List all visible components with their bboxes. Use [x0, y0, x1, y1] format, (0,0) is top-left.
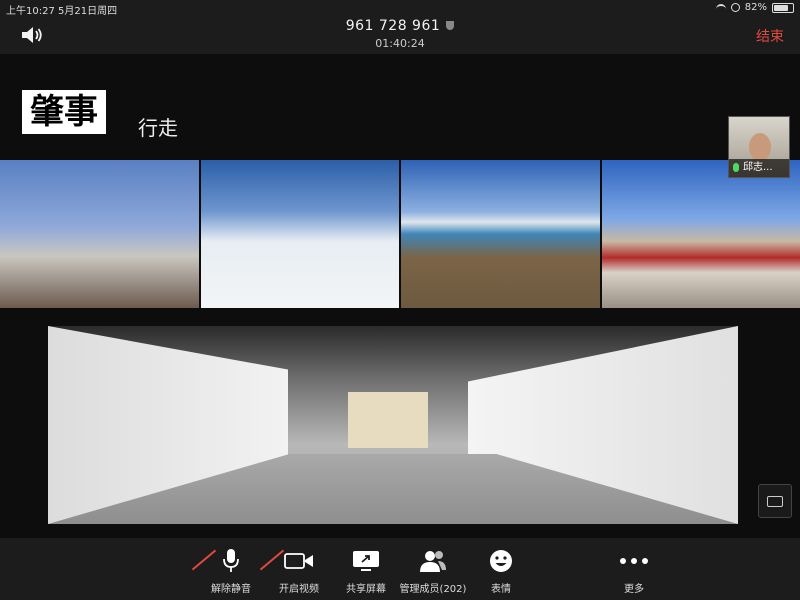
slide-subtitle: 行走	[138, 116, 178, 140]
switch-view-button[interactable]	[758, 484, 792, 518]
photo-strip	[0, 160, 800, 308]
more-label: 更多	[624, 584, 644, 595]
shared-screen: 肇事 行走 邱志...	[0, 54, 800, 538]
meeting-id-text: 961 728 961	[345, 18, 441, 34]
reactions-label: 表情	[491, 584, 511, 595]
avatar	[749, 133, 771, 161]
reactions-button[interactable]: 表情	[461, 548, 541, 595]
mic-icon	[733, 163, 739, 172]
meeting-duration: 01:40:24	[375, 37, 425, 50]
gallery-map-panel	[348, 392, 428, 448]
more-icon	[594, 548, 674, 574]
photo-potala-palace	[601, 160, 800, 308]
photo-exhibition-hall	[48, 326, 738, 524]
meeting-toolbar: 解除静音 开启视频 共享屏幕 管理成员(202) 表情 更多	[0, 538, 800, 600]
shield-icon	[446, 21, 455, 30]
status-bar: 上午10:27 5月21日周四 82%	[0, 0, 800, 17]
photo-lake-sheep	[401, 160, 600, 308]
meeting-id[interactable]: 961 728 961	[0, 18, 800, 34]
switch-view-icon	[767, 495, 783, 507]
photo-stupa	[0, 160, 199, 308]
participant-name: 邱志...	[743, 162, 773, 173]
meeting-top-bar: 961 728 961 01:40:24 结束	[0, 16, 800, 54]
photo-snow-mountain	[200, 160, 399, 308]
status-indicators: 82%	[715, 2, 794, 13]
battery-icon	[772, 2, 794, 13]
battery-percent: 82%	[744, 2, 767, 13]
brand-logo: 肇事	[22, 90, 106, 134]
participant-video-thumbnail[interactable]: 邱志...	[728, 116, 790, 178]
status-date: 5月21日周四	[58, 6, 118, 17]
more-button[interactable]: 更多	[594, 548, 674, 595]
participant-label: 邱志...	[729, 159, 789, 177]
orientation-lock-icon	[730, 3, 740, 12]
end-meeting-button[interactable]: 结束	[756, 26, 784, 46]
status-time: 上午10:27	[6, 6, 55, 17]
emoji-icon	[461, 548, 541, 574]
wifi-icon	[715, 3, 726, 12]
